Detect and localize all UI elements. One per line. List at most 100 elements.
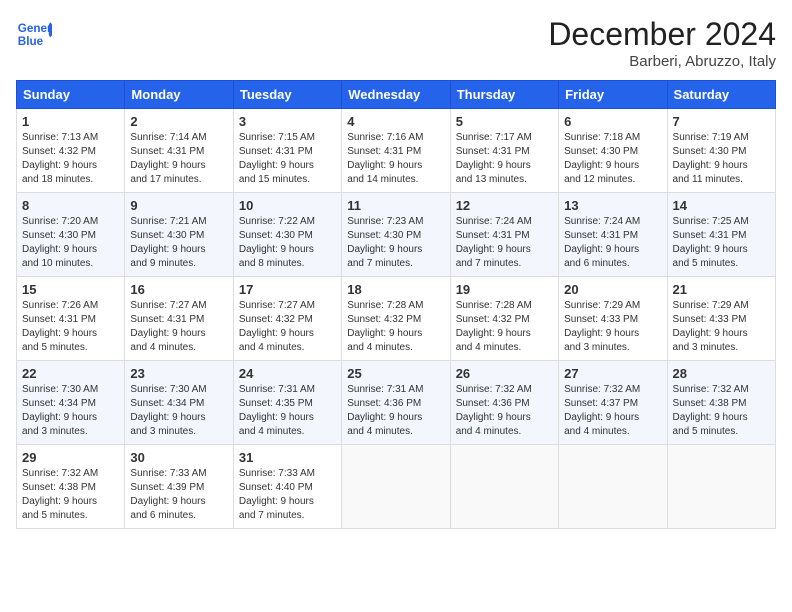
day-number: 28 [673,366,770,381]
calendar-cell: 8 Sunrise: 7:20 AM Sunset: 4:30 PM Daylig… [17,193,125,277]
day-info: Sunrise: 7:30 AM Sunset: 4:34 PM Dayligh… [130,383,227,439]
logo: General Blue [16,16,52,52]
calendar-cell: 9Sunrise: 7:21 AM Sunset: 4:30 PM Daylig… [125,193,233,277]
day-info: Sunrise: 7:18 AM Sunset: 4:30 PM Dayligh… [564,131,661,187]
day-number: 16 [130,282,227,297]
day-number: 20 [564,282,661,297]
day-info: Sunrise: 7:19 AM Sunset: 4:30 PM Dayligh… [673,131,770,187]
calendar-cell: 21 Sunrise: 7:29 AM Sunset: 4:33 PM Dayli… [667,277,775,361]
calendar-cell: 11 Sunrise: 7:23 AM Sunset: 4:30 PM Dayli… [342,193,450,277]
header-friday: Friday [559,81,667,109]
calendar-cell: 5Sunrise: 7:17 AM Sunset: 4:31 PM Daylig… [450,109,558,193]
day-number: 12 [456,198,553,213]
calendar-cell: 13Sunrise: 7:24 AM Sunset: 4:31 PM Dayli… [559,193,667,277]
svg-text:Blue: Blue [18,35,44,48]
calendar-week-row: 15 Sunrise: 7:26 AM Sunset: 4:31 PM Dayli… [17,277,776,361]
day-info: Sunrise: 7:26 AM Sunset: 4:31 PM Dayligh… [22,299,119,355]
day-number: 17 [239,282,336,297]
day-number: 19 [456,282,553,297]
day-info: Sunrise: 7:23 AM Sunset: 4:30 PM Dayligh… [347,215,444,271]
location-title: Barberi, Abruzzo, Italy [548,53,776,70]
day-info: Sunrise: 7:33 AM Sunset: 4:40 PM Dayligh… [239,467,336,523]
calendar-cell: 6 Sunrise: 7:18 AM Sunset: 4:30 PM Daylig… [559,109,667,193]
calendar-cell: 15 Sunrise: 7:26 AM Sunset: 4:31 PM Dayli… [17,277,125,361]
day-info: Sunrise: 7:13 AM Sunset: 4:32 PM Dayligh… [22,131,119,187]
day-number: 8 [22,198,119,213]
day-number: 13 [564,198,661,213]
header-saturday: Saturday [667,81,775,109]
calendar-cell: 31 Sunrise: 7:33 AM Sunset: 4:40 PM Dayli… [233,445,341,529]
day-info: Sunrise: 7:15 AM Sunset: 4:31 PM Dayligh… [239,131,336,187]
day-number: 3 [239,114,336,129]
calendar-cell: 19 Sunrise: 7:28 AM Sunset: 4:32 PM Dayli… [450,277,558,361]
day-number: 1 [22,114,119,129]
calendar-header-row: SundayMondayTuesdayWednesdayThursdayFrid… [17,81,776,109]
calendar-cell: 27 Sunrise: 7:32 AM Sunset: 4:37 PM Dayli… [559,361,667,445]
calendar-cell [450,445,558,529]
title-block: December 2024 Barberi, Abruzzo, Italy [548,16,776,70]
calendar-week-row: 8 Sunrise: 7:20 AM Sunset: 4:30 PM Daylig… [17,193,776,277]
page-header: General Blue December 2024 Barberi, Abru… [16,16,776,70]
calendar-cell: 4 Sunrise: 7:16 AM Sunset: 4:31 PM Daylig… [342,109,450,193]
day-number: 27 [564,366,661,381]
calendar-cell: 1 Sunrise: 7:13 AM Sunset: 4:32 PM Daylig… [17,109,125,193]
day-number: 9 [130,198,227,213]
day-number: 5 [456,114,553,129]
day-number: 11 [347,198,444,213]
header-sunday: Sunday [17,81,125,109]
calendar-cell: 30Sunrise: 7:33 AM Sunset: 4:39 PM Dayli… [125,445,233,529]
day-number: 23 [130,366,227,381]
day-number: 18 [347,282,444,297]
calendar-cell: 3 Sunrise: 7:15 AM Sunset: 4:31 PM Daylig… [233,109,341,193]
calendar-week-row: 1 Sunrise: 7:13 AM Sunset: 4:32 PM Daylig… [17,109,776,193]
day-info: Sunrise: 7:28 AM Sunset: 4:32 PM Dayligh… [347,299,444,355]
calendar-cell: 18 Sunrise: 7:28 AM Sunset: 4:32 PM Dayli… [342,277,450,361]
calendar-cell: 14Sunrise: 7:25 AM Sunset: 4:31 PM Dayli… [667,193,775,277]
day-number: 2 [130,114,227,129]
day-info: Sunrise: 7:31 AM Sunset: 4:36 PM Dayligh… [347,383,444,439]
day-number: 4 [347,114,444,129]
day-info: Sunrise: 7:30 AM Sunset: 4:34 PM Dayligh… [22,383,119,439]
calendar-cell: 28Sunrise: 7:32 AM Sunset: 4:38 PM Dayli… [667,361,775,445]
day-number: 6 [564,114,661,129]
day-number: 10 [239,198,336,213]
calendar-cell [342,445,450,529]
calendar-week-row: 22Sunrise: 7:30 AM Sunset: 4:34 PM Dayli… [17,361,776,445]
day-number: 21 [673,282,770,297]
calendar-cell: 22Sunrise: 7:30 AM Sunset: 4:34 PM Dayli… [17,361,125,445]
day-info: Sunrise: 7:22 AM Sunset: 4:30 PM Dayligh… [239,215,336,271]
day-number: 25 [347,366,444,381]
day-info: Sunrise: 7:28 AM Sunset: 4:32 PM Dayligh… [456,299,553,355]
day-info: Sunrise: 7:29 AM Sunset: 4:33 PM Dayligh… [564,299,661,355]
day-info: Sunrise: 7:29 AM Sunset: 4:33 PM Dayligh… [673,299,770,355]
header-monday: Monday [125,81,233,109]
day-number: 26 [456,366,553,381]
header-tuesday: Tuesday [233,81,341,109]
day-info: Sunrise: 7:25 AM Sunset: 4:31 PM Dayligh… [673,215,770,271]
day-info: Sunrise: 7:32 AM Sunset: 4:38 PM Dayligh… [22,467,119,523]
day-number: 7 [673,114,770,129]
day-info: Sunrise: 7:32 AM Sunset: 4:37 PM Dayligh… [564,383,661,439]
day-info: Sunrise: 7:27 AM Sunset: 4:32 PM Dayligh… [239,299,336,355]
header-thursday: Thursday [450,81,558,109]
calendar-cell: 16 Sunrise: 7:27 AM Sunset: 4:31 PM Dayli… [125,277,233,361]
calendar-cell: 25 Sunrise: 7:31 AM Sunset: 4:36 PM Dayli… [342,361,450,445]
header-wednesday: Wednesday [342,81,450,109]
day-info: Sunrise: 7:16 AM Sunset: 4:31 PM Dayligh… [347,131,444,187]
day-number: 31 [239,450,336,465]
day-info: Sunrise: 7:20 AM Sunset: 4:30 PM Dayligh… [22,215,119,271]
day-info: Sunrise: 7:27 AM Sunset: 4:31 PM Dayligh… [130,299,227,355]
calendar-cell: 2Sunrise: 7:14 AM Sunset: 4:31 PM Daylig… [125,109,233,193]
calendar-cell: 26Sunrise: 7:32 AM Sunset: 4:36 PM Dayli… [450,361,558,445]
day-number: 15 [22,282,119,297]
calendar-cell: 12Sunrise: 7:24 AM Sunset: 4:31 PM Dayli… [450,193,558,277]
svg-text:General: General [18,22,52,35]
calendar-cell: 29Sunrise: 7:32 AM Sunset: 4:38 PM Dayli… [17,445,125,529]
month-title: December 2024 [548,16,776,53]
calendar-cell: 17 Sunrise: 7:27 AM Sunset: 4:32 PM Dayli… [233,277,341,361]
calendar-cell: 23 Sunrise: 7:30 AM Sunset: 4:34 PM Dayli… [125,361,233,445]
day-info: Sunrise: 7:31 AM Sunset: 4:35 PM Dayligh… [239,383,336,439]
calendar-cell: 10 Sunrise: 7:22 AM Sunset: 4:30 PM Dayli… [233,193,341,277]
day-number: 24 [239,366,336,381]
calendar-week-row: 29Sunrise: 7:32 AM Sunset: 4:38 PM Dayli… [17,445,776,529]
